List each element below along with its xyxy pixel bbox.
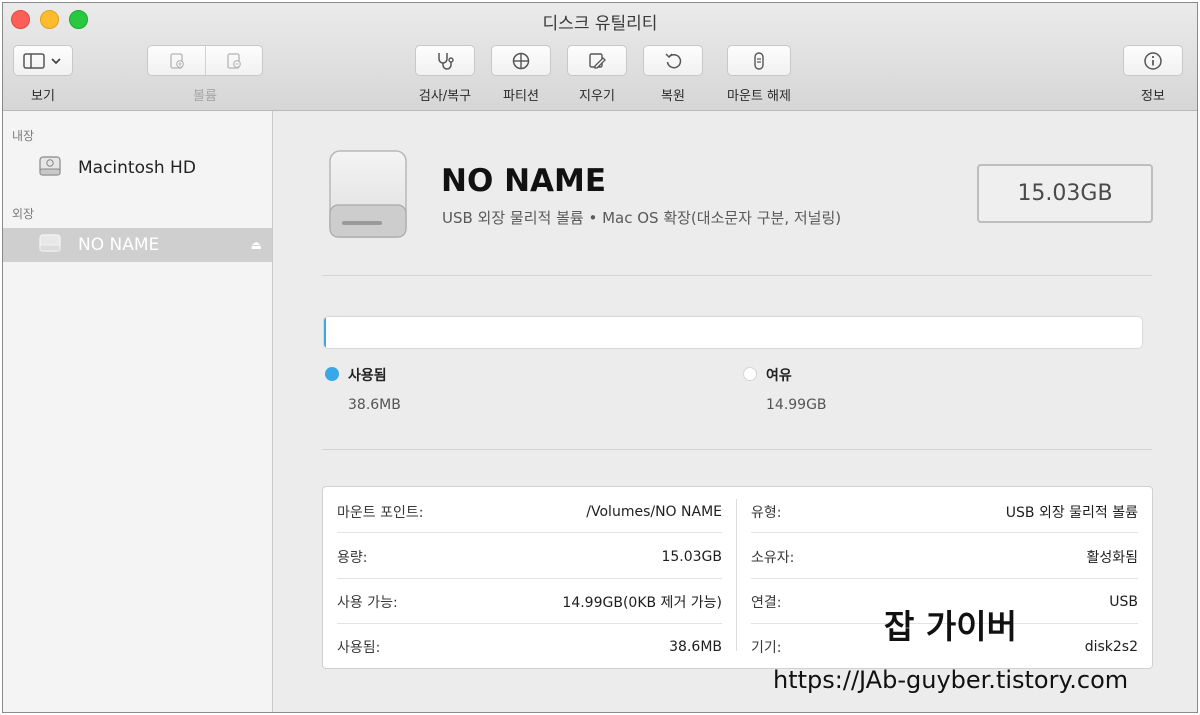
external-disk-large-icon <box>329 150 407 238</box>
toolbar: 디스크 유틸리티 보기 볼륨 검사/복구 파티션 지우기 복원 마운트 해제 정… <box>3 3 1197 111</box>
sidebar: 내장 Macintosh HD 외장 NO NAME ⏏ <box>3 111 273 712</box>
info-row-mount-point: 마운트 포인트: /Volumes/NO NAME <box>337 489 722 534</box>
free-legend-label: 여유 <box>766 368 792 384</box>
sidebar-item-label: NO NAME <box>78 235 160 255</box>
unmount-label: 마운트 해제 <box>727 89 791 104</box>
info-value: 15.03GB <box>661 548 722 565</box>
info-value: /Volumes/NO NAME <box>586 503 722 520</box>
restore-label: 복원 <box>661 89 685 104</box>
info-icon <box>1144 51 1162 70</box>
sidebar-item-label: Macintosh HD <box>78 158 196 178</box>
first-aid-label: 검사/복구 <box>418 89 472 104</box>
row-divider <box>337 532 722 533</box>
info-key: 사용 가능: <box>337 594 398 611</box>
erase-button[interactable] <box>567 45 627 76</box>
watermark-name: 잡 가이버 <box>884 607 1017 646</box>
volume-description: USB 외장 물리적 볼륨 • Mac OS 확장(대소문자 구분, 저널링) <box>442 209 842 227</box>
partition-label: 파티션 <box>503 89 539 104</box>
info-value: USB <box>1109 593 1138 610</box>
eject-icon[interactable]: ⏏ <box>251 238 262 252</box>
sidebar-item-no-name[interactable]: NO NAME ⏏ <box>3 228 272 262</box>
add-volume-icon <box>169 52 184 69</box>
volume-label: 볼륨 <box>193 89 217 104</box>
partition-icon <box>512 52 530 69</box>
external-disk-icon <box>37 231 63 260</box>
info-key: 사용됨: <box>337 639 381 656</box>
info-key: 소유자: <box>751 549 795 566</box>
erase-label: 지우기 <box>579 89 615 104</box>
info-key: 유형: <box>751 504 782 521</box>
used-legend-value: 38.6MB <box>348 397 401 413</box>
info-key: 마운트 포인트: <box>337 504 424 521</box>
view-button[interactable] <box>13 45 73 76</box>
watermark-url: https://JAb-guyber.tistory.com <box>773 666 1129 694</box>
first-aid-button[interactable] <box>415 45 475 76</box>
info-value: 활성화됨 <box>1086 549 1138 566</box>
volume-segmented-control[interactable] <box>147 45 263 76</box>
info-row-capacity: 용량: 15.03GB <box>337 534 722 579</box>
disk-utility-window: 디스크 유틸리티 보기 볼륨 검사/복구 파티션 지우기 복원 마운트 해제 정… <box>2 2 1198 713</box>
internal-disk-icon <box>37 153 63 184</box>
row-divider <box>751 532 1138 533</box>
volume-size-badge: 15.03GB <box>977 164 1153 223</box>
free-legend-dot <box>743 367 757 381</box>
info-key: 용량: <box>337 549 368 566</box>
used-space-fill <box>324 317 327 348</box>
volume-detail-pane: NO NAME USB 외장 물리적 볼륨 • Mac OS 확장(대소문자 구… <box>274 111 1197 712</box>
add-volume-button[interactable] <box>148 46 205 75</box>
remove-volume-button[interactable] <box>205 46 262 75</box>
window-title: 디스크 유틸리티 <box>542 14 658 34</box>
divider <box>322 275 1152 276</box>
info-value: USB 외장 물리적 볼륨 <box>1005 504 1138 521</box>
free-legend-value: 14.99GB <box>766 397 827 413</box>
info-button[interactable] <box>1123 45 1183 76</box>
sidebar-view-icon <box>23 52 61 69</box>
internal-section-header: 내장 <box>12 129 35 143</box>
volume-info-table: 마운트 포인트: /Volumes/NO NAME 용량: 15.03GB 사용… <box>322 486 1153 669</box>
restore-button[interactable] <box>643 45 703 76</box>
volume-name: NO NAME <box>441 163 607 199</box>
column-divider <box>736 499 737 651</box>
external-section-header: 외장 <box>12 207 35 221</box>
info-label: 정보 <box>1141 89 1165 104</box>
unmount-button[interactable] <box>727 45 791 76</box>
erase-icon <box>589 52 606 69</box>
info-value: 14.99GB(0KB 제거 가능) <box>562 594 722 611</box>
partition-button[interactable] <box>491 45 551 76</box>
used-legend-label: 사용됨 <box>348 368 387 384</box>
remove-volume-icon <box>227 52 241 69</box>
restore-icon <box>665 52 682 68</box>
divider <box>322 449 1152 450</box>
view-label: 보기 <box>31 89 55 104</box>
info-key: 기기: <box>751 639 782 656</box>
info-row-used: 사용됨: 38.6MB <box>337 624 722 669</box>
info-value: disk2s2 <box>1084 638 1138 655</box>
used-legend-dot <box>325 367 339 381</box>
storage-usage-bar <box>323 316 1143 349</box>
unmount-icon <box>754 51 764 70</box>
info-row-available: 사용 가능: 14.99GB(0KB 제거 가능) <box>337 579 722 624</box>
info-row-owners: 소유자: 활성화됨 <box>751 534 1138 579</box>
sidebar-item-macintosh-hd[interactable]: Macintosh HD <box>3 151 272 185</box>
info-key: 연결: <box>751 594 782 611</box>
info-value: 38.6MB <box>669 638 722 655</box>
stethoscope-icon <box>438 52 454 70</box>
info-row-type: 유형: USB 외장 물리적 볼륨 <box>751 489 1138 534</box>
